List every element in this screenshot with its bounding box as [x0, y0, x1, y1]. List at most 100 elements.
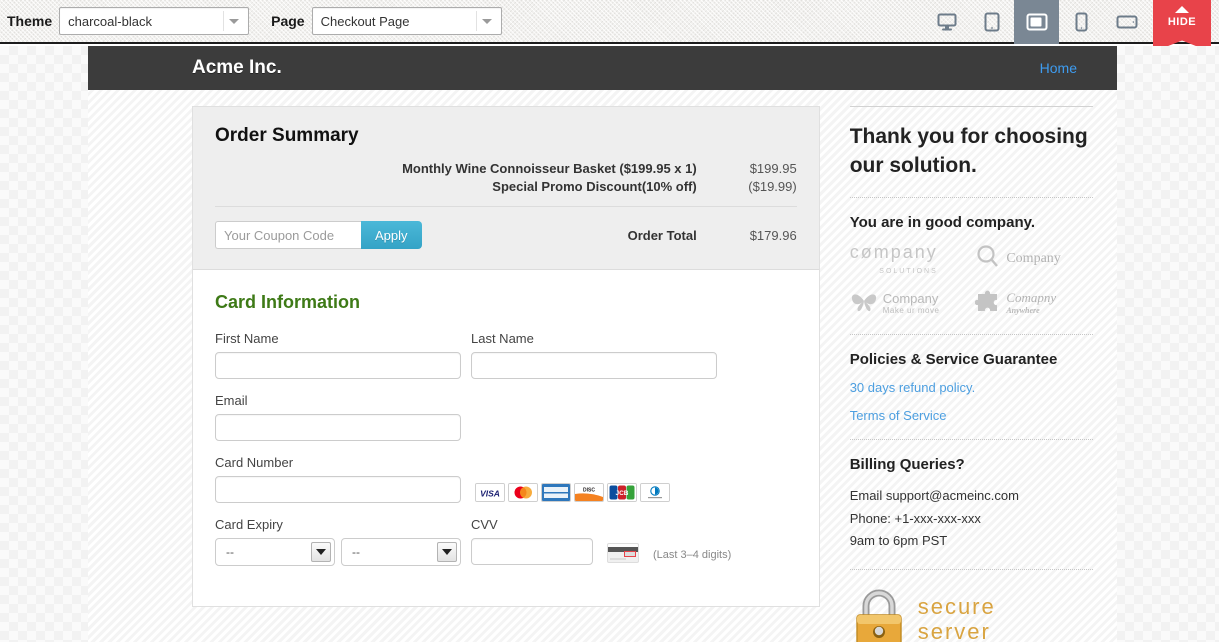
device-button-desktop[interactable] — [924, 0, 969, 44]
nav-link-home[interactable]: Home — [1040, 60, 1077, 76]
cvv-input[interactable] — [471, 538, 593, 565]
link-terms-of-service[interactable]: Terms of Service — [850, 408, 1093, 423]
card-number-input[interactable] — [215, 476, 461, 503]
mastercard-icon — [508, 483, 538, 502]
logo-company-butterfly-sub: Make ur move — [882, 306, 940, 316]
policies-heading: Policies & Service Guarantee — [849, 350, 1058, 368]
desktop-monitor-icon — [937, 13, 957, 31]
order-total-amount: $179.96 — [749, 227, 797, 243]
email-field: Email — [215, 393, 461, 441]
coupon-group: Apply — [215, 221, 422, 249]
order-line-description: Special Promo Discount(10% off) — [492, 179, 697, 194]
email-label: Email — [215, 393, 248, 408]
name-field-row: First Name Last Name — [215, 331, 797, 379]
order-line-item: Special Promo Discount(10% off) ($19.99) — [215, 179, 797, 194]
chevron-up-icon — [1175, 6, 1189, 13]
diners-club-icon — [640, 483, 670, 502]
discover-icon: DISC — [574, 483, 604, 502]
magnifier-icon — [975, 243, 1001, 274]
order-line-amount: $199.95 — [749, 161, 797, 176]
svg-text:DISC: DISC — [583, 488, 595, 494]
card-expiry-label: Card Expiry — [215, 517, 283, 532]
order-line-item: Monthly Wine Connoisseur Basket ($199.95… — [215, 161, 797, 176]
card-number-field-row: Card Number VISA DISC JCB — [215, 455, 797, 503]
page-select-value: Checkout Page — [320, 13, 410, 29]
cvv-field: CVV (Last 3–4 digits) — [471, 517, 731, 566]
chevron-down-icon — [481, 19, 492, 24]
chevron-down-icon — [311, 542, 331, 562]
link-refund-policy[interactable]: 30 days refund policy. — [850, 380, 1093, 395]
logo-company-solutions: cømpany SOLUTIONS — [850, 243, 968, 275]
device-button-tablet-landscape[interactable] — [1014, 0, 1059, 44]
device-preview-switcher — [924, 0, 1149, 44]
last-name-field: Last Name — [471, 331, 717, 379]
logo-company-magnifier: Company — [975, 243, 1093, 274]
secure-server-text: secure server — [917, 594, 996, 642]
site-brand: Acme Inc. — [192, 57, 282, 78]
email-field-row: Email — [215, 393, 797, 441]
good-company-heading: You are in good company. — [849, 213, 1035, 231]
cvv-label: CVV — [471, 517, 498, 532]
logo-company-butterfly: Company Make ur move — [850, 290, 968, 317]
theme-select-divider — [223, 11, 225, 31]
sidebar-divider — [849, 333, 1093, 335]
first-name-field: First Name — [215, 331, 461, 379]
padlock-icon — [850, 586, 908, 642]
sidebar-top-rule — [849, 106, 1093, 107]
phone-landscape-icon — [1116, 15, 1138, 29]
site-header: Acme Inc. Home — [88, 46, 1117, 90]
last-name-input[interactable] — [471, 352, 717, 379]
card-number-line: VISA DISC JCB — [215, 476, 670, 503]
order-summary-divider — [215, 206, 797, 207]
device-button-phone-portrait[interactable] — [1059, 0, 1104, 44]
visa-icon: VISA — [475, 483, 505, 502]
page-label: Page — [271, 13, 305, 29]
hide-toolbar-button[interactable]: HIDE — [1153, 0, 1211, 52]
page-body: Order Summary Monthly Wine Connoisseur B… — [88, 90, 1117, 642]
expiry-year-select[interactable]: -- — [341, 538, 461, 566]
billing-email: Email support@acmeinc.com — [849, 487, 1019, 503]
sidebar-divider — [849, 569, 1093, 571]
order-summary-title: Order Summary — [215, 125, 359, 146]
logo-company-solutions-sub: SOLUTIONS — [879, 267, 938, 275]
checkout-sidebar: Thank you for choosing our solution. You… — [849, 106, 1093, 642]
card-expiry-field: Card Expiry -- -- — [215, 517, 461, 566]
butterfly-icon — [850, 290, 878, 317]
card-information-title: Card Information — [215, 292, 361, 312]
secure-line-2: server — [917, 618, 991, 642]
phone-portrait-icon — [1075, 12, 1088, 32]
tablet-portrait-icon — [984, 12, 1000, 32]
order-line-description: Monthly Wine Connoisseur Basket ($199.95… — [402, 161, 697, 176]
expiry-year-value: -- — [352, 545, 360, 559]
order-summary-footer: Apply Order Total $179.96 — [215, 221, 797, 249]
tablet-landscape-icon — [1026, 13, 1048, 31]
secure-server-badge: secure server — [850, 586, 1093, 642]
page-select-divider — [475, 11, 477, 31]
theme-select[interactable]: charcoal-black — [59, 7, 250, 35]
apply-coupon-button[interactable]: Apply — [361, 221, 422, 249]
expiry-month-value: -- — [226, 545, 234, 559]
email-input[interactable] — [215, 414, 461, 441]
sidebar-headline: Thank you for choosing our solution. — [849, 125, 1088, 177]
coupon-code-input[interactable] — [215, 221, 361, 249]
card-number-field: Card Number VISA DISC JCB — [215, 455, 670, 503]
svg-text:JCB: JCB — [615, 490, 628, 497]
cvv-hint-text: (Last 3–4 digits) — [653, 549, 732, 561]
sidebar-divider — [849, 196, 1093, 198]
order-total-label: Order Total — [627, 227, 697, 243]
svg-text:VISA: VISA — [480, 489, 500, 499]
order-line-amount: ($19.99) — [748, 179, 797, 194]
editor-toolbar: Theme charcoal-black Page Checkout Page — [0, 0, 1219, 52]
logo-company-butterfly-text: Company — [882, 291, 939, 307]
page-select[interactable]: Checkout Page — [311, 7, 502, 35]
device-button-phone-landscape[interactable] — [1104, 0, 1149, 44]
expiry-month-select[interactable]: -- — [215, 538, 335, 566]
billing-hours: 9am to 6pm PST — [849, 533, 948, 549]
device-button-tablet-portrait[interactable] — [969, 0, 1014, 44]
logo-comapny-puzzle-text: Comapny — [1006, 290, 1057, 306]
logo-company-solutions-text: cømpany — [849, 241, 938, 262]
chevron-down-icon — [437, 542, 457, 562]
first-name-input[interactable] — [215, 352, 461, 379]
first-name-label: First Name — [215, 331, 279, 346]
jcb-icon: JCB — [607, 483, 637, 502]
